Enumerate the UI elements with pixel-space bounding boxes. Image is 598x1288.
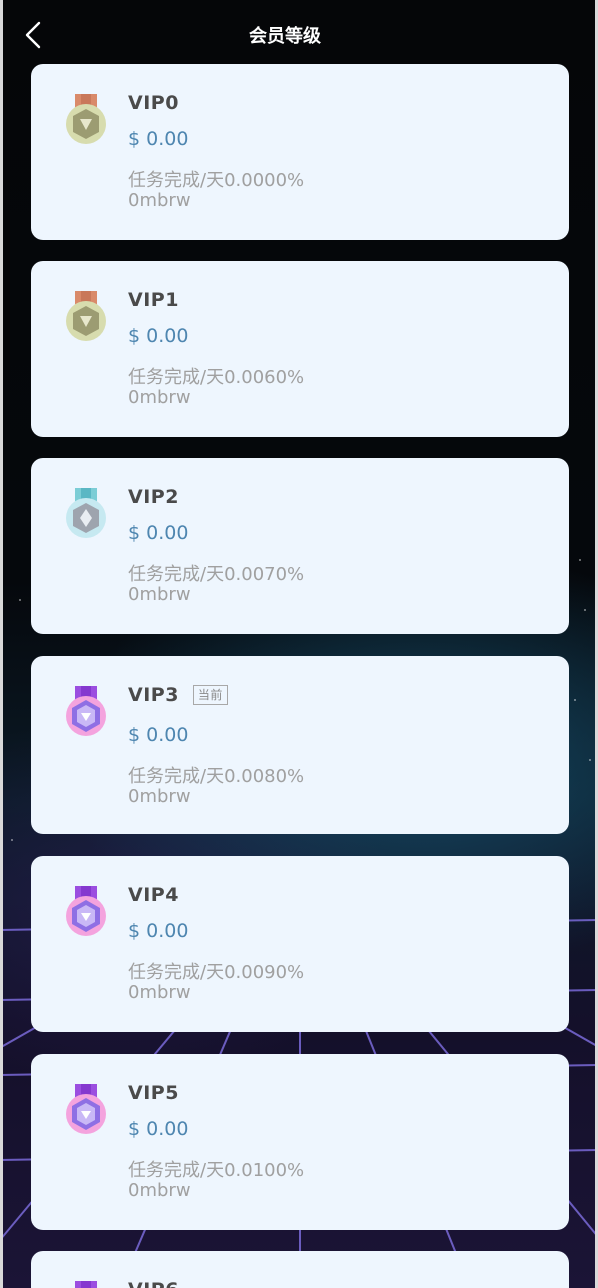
level-price: $ 0.00	[128, 522, 189, 544]
purple-medal-icon	[66, 686, 106, 736]
level-mbrw: 0mbrw	[128, 786, 191, 807]
level-rate: 任务完成/天0.0080%	[128, 766, 305, 787]
level-mbrw: 0mbrw	[128, 584, 191, 605]
level-name: VIP5	[128, 1082, 179, 1104]
level-rate: 任务完成/天0.0070%	[128, 564, 305, 585]
bronze-medal-icon	[66, 94, 106, 144]
silver-medal-icon	[66, 488, 106, 538]
left-frame-border	[0, 0, 3, 1288]
level-name: VIP2	[128, 486, 179, 508]
level-rate: 任务完成/天0.0000%	[128, 170, 305, 191]
purple-medal-icon	[75, 1281, 97, 1288]
level-price: $ 0.00	[128, 724, 189, 746]
vip-level-card[interactable]: VIP2 $ 0.00 任务完成/天0.0070% 0mbrw	[31, 458, 569, 634]
vip-level-card[interactable]: VIP6	[31, 1251, 569, 1288]
purple-medal-icon	[66, 886, 106, 936]
header-bar: 会员等级	[0, 0, 598, 64]
level-price: $ 0.00	[128, 1118, 189, 1140]
purple-medal-icon	[66, 1084, 106, 1134]
level-name: VIP6	[128, 1279, 179, 1288]
vip-level-card[interactable]: VIP3 当前 $ 0.00 任务完成/天0.0080% 0mbrw	[31, 656, 569, 834]
current-level-badge: 当前	[192, 685, 228, 705]
level-mbrw: 0mbrw	[128, 1180, 191, 1201]
level-name: VIP0	[128, 92, 179, 114]
level-mbrw: 0mbrw	[128, 387, 191, 408]
vip-level-card[interactable]: VIP4 $ 0.00 任务完成/天0.0090% 0mbrw	[31, 856, 569, 1032]
level-price: $ 0.00	[128, 920, 189, 942]
bronze-medal-icon	[66, 291, 106, 341]
level-rate: 任务完成/天0.0100%	[128, 1160, 305, 1181]
vip-level-card[interactable]: VIP1 $ 0.00 任务完成/天0.0060% 0mbrw	[31, 261, 569, 437]
level-price: $ 0.00	[128, 325, 189, 347]
level-price: $ 0.00	[128, 128, 189, 150]
vip-level-card[interactable]: VIP0 $ 0.00 任务完成/天0.0000% 0mbrw	[31, 64, 569, 240]
level-name: VIP4	[128, 884, 179, 906]
level-mbrw: 0mbrw	[128, 982, 191, 1003]
level-rate: 任务完成/天0.0090%	[128, 962, 305, 983]
level-name: VIP3 当前	[128, 684, 228, 706]
vip-level-card[interactable]: VIP5 $ 0.00 任务完成/天0.0100% 0mbrw	[31, 1054, 569, 1230]
page-title: 会员等级	[249, 26, 321, 47]
level-mbrw: 0mbrw	[128, 190, 191, 211]
level-name: VIP1	[128, 289, 179, 311]
level-rate: 任务完成/天0.0060%	[128, 367, 305, 388]
